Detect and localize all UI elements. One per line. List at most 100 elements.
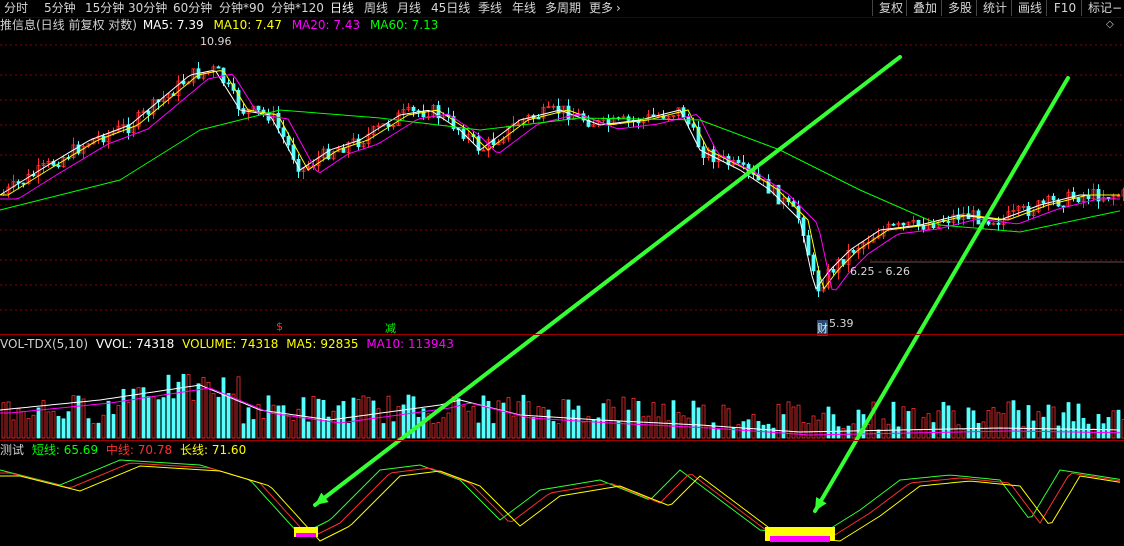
- candle-body: [1061, 205, 1066, 208]
- volume-bar: [671, 400, 676, 439]
- volume-bar: [161, 397, 166, 439]
- volume-bar: [556, 423, 561, 439]
- volume-bar: [366, 396, 371, 439]
- volume-bar: [1106, 417, 1111, 439]
- volume-bar: [756, 421, 761, 439]
- vvol-label: VVOL:: [95, 337, 133, 351]
- candle-body: [216, 66, 221, 69]
- vvol-value: 74318: [136, 337, 175, 351]
- volume-bar: [696, 407, 701, 439]
- volume-bar: [101, 414, 106, 439]
- volume-value: 74318: [240, 337, 279, 351]
- ma20-legend-value: 7.43: [333, 18, 361, 32]
- volume-bar: [166, 374, 171, 439]
- volume-bar: [276, 405, 281, 439]
- volume-bar: [951, 410, 956, 439]
- candle-body: [1041, 200, 1046, 204]
- volume-bar: [716, 429, 721, 439]
- candle-body: [806, 235, 811, 256]
- volume-bar: [151, 395, 156, 439]
- candle-body: [1086, 194, 1091, 200]
- volume-bar: [806, 422, 811, 439]
- candle-body: [286, 136, 291, 146]
- volume-bar: [926, 413, 931, 439]
- high-price-label: 10.96: [200, 35, 232, 48]
- volume-bar: [976, 422, 981, 439]
- candle-body: [686, 116, 691, 125]
- candle-body: [226, 82, 231, 85]
- volume-bar: [1051, 406, 1056, 439]
- volume-bar: [1086, 423, 1091, 439]
- volume-bar: [36, 407, 41, 439]
- volume-bar: [561, 399, 566, 439]
- vol-ma5-value: 92835: [320, 337, 359, 351]
- volume-bar: [931, 422, 936, 439]
- diamond-icon[interactable]: ◇: [1106, 19, 1114, 30]
- volume-bar: [51, 410, 56, 439]
- short-line-label: 短线:: [31, 443, 60, 457]
- oversold-fill: [770, 536, 830, 542]
- volume-bar: [331, 410, 336, 439]
- volume-bar: [971, 410, 976, 439]
- volume-bar: [1026, 405, 1031, 439]
- volume-bar: [1041, 416, 1046, 439]
- volume-bar: [146, 396, 151, 439]
- event-marker-dollar[interactable]: $: [276, 320, 283, 333]
- volume-bar: [131, 388, 136, 439]
- candle-body: [851, 250, 856, 253]
- volume-label: VOLUME:: [182, 337, 237, 351]
- volume-bar: [516, 401, 521, 439]
- volume-bar: [661, 403, 666, 439]
- volume-bar: [211, 393, 216, 439]
- oversold-fill: [296, 533, 316, 537]
- trend-arrow-right: [813, 76, 1070, 513]
- volume-bar: [596, 417, 601, 439]
- volume-bar: [886, 423, 891, 439]
- volume-bar: [86, 418, 91, 439]
- volume-bar: [11, 419, 16, 439]
- volume-bar: [396, 406, 401, 439]
- volume-bar: [961, 429, 966, 439]
- volume-bar: [636, 401, 641, 439]
- volume-bar: [31, 414, 36, 439]
- volume-bar: [21, 411, 26, 439]
- volume-bar: [251, 419, 256, 439]
- volume-bar: [846, 425, 851, 439]
- volume-bar: [1001, 413, 1006, 439]
- volume-bar: [641, 416, 646, 439]
- volume-bar: [1011, 400, 1016, 439]
- volume-bar: [431, 422, 436, 439]
- volume-bar: [1066, 402, 1071, 439]
- volume-bar: [1031, 420, 1036, 439]
- volume-bar: [571, 409, 576, 439]
- volume-bar: [986, 410, 991, 439]
- volume-bar: [526, 401, 531, 439]
- candle-body: [901, 222, 906, 226]
- volume-bar: [1076, 403, 1081, 439]
- long-line-label: 长线:: [179, 443, 209, 457]
- candle-body: [411, 106, 416, 112]
- volume-bar: [651, 402, 656, 439]
- volume-bar: [326, 416, 331, 439]
- volume-bar: [826, 406, 831, 439]
- chart-canvas[interactable]: [0, 0, 1124, 546]
- volume-panel-header: VOL-TDX(5,10) VVOL: 74318 VOLUME: 74318 …: [0, 336, 454, 352]
- volume-bar: [141, 387, 146, 439]
- volume-bar: [841, 428, 846, 439]
- volume-bar: [286, 415, 291, 439]
- volume-bar: [511, 415, 516, 439]
- volume-bar: [181, 373, 186, 439]
- volume-bar: [336, 405, 341, 439]
- volume-bar: [546, 409, 551, 439]
- volume-bar: [946, 405, 951, 439]
- volume-bar: [646, 415, 651, 439]
- candle-body: [741, 162, 746, 165]
- volume-bar: [371, 400, 376, 439]
- volume-bar: [186, 374, 191, 439]
- indicator-panel-header: 测试 短线: 65.69 中线: 70.78 长线: 71.60: [0, 442, 246, 458]
- mid-line-value: 70.78: [137, 443, 173, 457]
- volume-bar: [381, 423, 386, 439]
- volume-bar: [621, 396, 626, 439]
- volume-bar: [1016, 410, 1021, 439]
- candle-body: [1051, 195, 1056, 201]
